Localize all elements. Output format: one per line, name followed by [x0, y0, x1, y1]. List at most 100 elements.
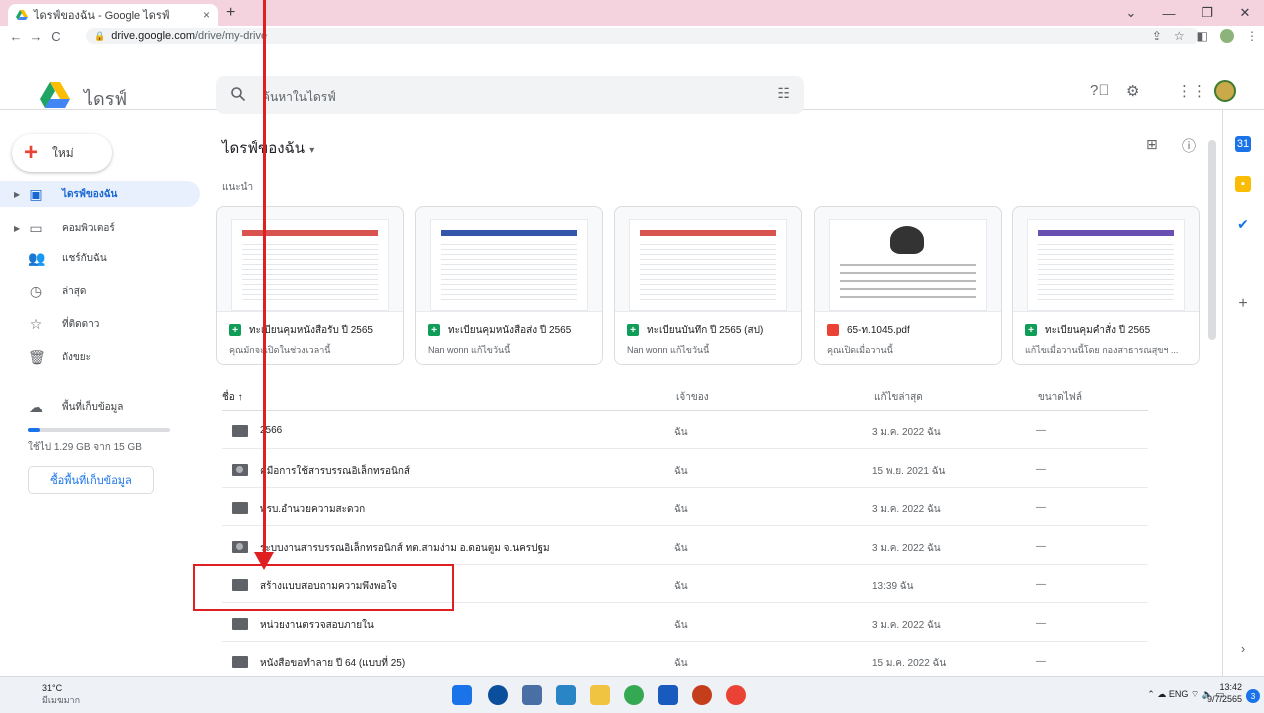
folder-icon — [232, 502, 248, 514]
search-box[interactable]: ค้นหาในไดรฟ์ ☷ — [216, 76, 804, 114]
url-path: /drive/my-drive — [195, 30, 268, 42]
plus-icon: + — [24, 139, 39, 166]
window-controls: ⌄ — ❐ ✕ — [1112, 0, 1264, 26]
add-addon-icon[interactable]: + — [1235, 295, 1251, 312]
help-icon[interactable]: ?⃝ — [1090, 82, 1110, 99]
file-owner: ฉัน — [674, 542, 688, 554]
file-size: — — [1036, 425, 1046, 436]
file-name: คู่มือการใช้สารบรรณอิเล็กทรอนิกส์ — [260, 465, 411, 477]
file-owner: ฉัน — [674, 504, 688, 515]
menu-icon[interactable]: ⋮ — [1246, 29, 1258, 43]
browser-toolbar: ← → C 🔒 drive.google.com/drive/my-drive … — [0, 26, 1264, 46]
sidebar-item-storage[interactable]: ☁ พื้นที่เก็บข้อมูล — [0, 394, 200, 420]
star-icon: ☆ — [29, 315, 43, 332]
calculator-icon[interactable] — [522, 685, 542, 705]
dropdown-caret-icon[interactable]: ▾ — [309, 145, 314, 156]
restore-button[interactable]: ❐ — [1188, 5, 1226, 21]
back-icon[interactable]: ← — [6, 29, 26, 44]
drive-logo-icon[interactable] — [40, 82, 70, 108]
browser-tab[interactable]: ไดรฟ์ของฉัน - Google ไดรฟ์ × — [8, 4, 218, 26]
forward-icon[interactable]: → — [26, 29, 46, 44]
account-avatar[interactable] — [1214, 80, 1236, 102]
suggested-file-card[interactable]: + ทะเบียนคุมคำสั่ง ปี 2565 แก้ไขเมื่อวานนี… — [1012, 206, 1200, 365]
address-bar[interactable]: 🔒 drive.google.com/drive/my-drive — [86, 28, 1200, 44]
chrome-icon[interactable] — [624, 685, 644, 705]
minimize-button[interactable]: — — [1150, 6, 1188, 21]
page-title[interactable]: ไดรฟ์ของฉัน ▾ — [222, 136, 314, 160]
column-size-header[interactable]: ขนาดไฟล์ — [1038, 390, 1082, 405]
file-thumbnail — [829, 219, 987, 311]
weather-widget[interactable]: 31°C มีเมฆมาก — [14, 683, 80, 707]
card-file-name: ทะเบียนบันทึก ปี 2565 (สป) — [647, 325, 764, 336]
close-window-button[interactable]: ✕ — [1226, 5, 1264, 21]
file-row[interactable]: ระบบงานสารบรรณอิเล็กทรอนิกส์ ทต.สามง่าม … — [222, 527, 1148, 565]
word-icon[interactable] — [658, 685, 678, 705]
screen: { "browser": { "tab_title": "ไดรฟ์ของฉัน… — [0, 0, 1264, 713]
expand-arrow-icon[interactable]: ▶ — [14, 190, 20, 199]
search-app-icon[interactable] — [488, 685, 508, 705]
tab-close-icon[interactable]: × — [203, 8, 210, 22]
suggested-file-card[interactable]: + ทะเบียนคุมหนังสือส่ง ปี 2565 Nan wonn แก… — [415, 206, 603, 365]
file-owner: ฉัน — [674, 465, 688, 477]
file-modified: 3 ม.ค. 2022 ฉัน — [872, 427, 941, 438]
suggested-file-card[interactable]: + ทะเบียนคุมหนังสือรับ ปี 2565 คุณมักจะเปิ… — [216, 206, 404, 365]
bookmark-star-icon[interactable]: ☆ — [1174, 29, 1185, 43]
sheets-icon: + — [428, 324, 440, 336]
share-icon[interactable]: ⇪ — [1152, 29, 1162, 43]
keep-icon[interactable]: ▪ — [1235, 176, 1251, 192]
clock-time: 13:42 — [1219, 682, 1242, 692]
column-modified-header[interactable]: แก้ไขล่าสุด — [874, 390, 923, 405]
file-explorer-icon[interactable] — [590, 685, 610, 705]
shared-folder-icon — [232, 463, 248, 476]
file-size: — — [1036, 463, 1046, 475]
start-icon[interactable] — [452, 685, 472, 705]
file-name: หนังสือขอทำลาย ปี 64 (แบบที่ 25) — [260, 658, 406, 669]
file-row[interactable]: พรบ.อำนวยความสะดวก ฉัน 3 ม.ค. 2022 ฉัน — — [222, 488, 1148, 526]
powerpoint-icon[interactable] — [692, 685, 712, 705]
sidebar-item-shared[interactable]: 👥 แชร์กับฉัน — [0, 245, 200, 271]
file-row[interactable]: คู่มือการใช้สารบรรณอิเล็กทรอนิกส์ ฉัน 15 พ… — [222, 450, 1148, 488]
sidebar-item-trash[interactable]: 🗑 ถังขยะ — [0, 344, 200, 370]
card-footer: + ทะเบียนคุมคำสั่ง ปี 2565 แก้ไขเมื่อวานนี… — [1013, 311, 1199, 364]
search-options-icon[interactable]: ☷ — [777, 85, 790, 102]
lock-icon: 🔒 — [94, 30, 106, 41]
drive-favicon-icon — [16, 10, 28, 20]
buy-storage-button[interactable]: ซื้อพื้นที่เก็บข้อมูล — [28, 466, 154, 494]
language-indicator[interactable]: ENG — [1169, 689, 1189, 699]
file-row[interactable]: 2566 ฉัน 3 ม.ค. 2022 ฉัน — — [222, 411, 1148, 449]
suggested-file-card[interactable]: 65-ท.1045.pdf คุณเปิดเมื่อวานนี้ — [814, 206, 1002, 365]
profile-avatar-icon[interactable] — [1220, 29, 1234, 43]
new-button[interactable]: + ใหม่ — [12, 134, 112, 172]
scrollbar[interactable] — [1208, 140, 1216, 340]
file-owner: ฉัน — [674, 658, 688, 669]
clock[interactable]: 13:42 9/7/2565 — [1207, 681, 1242, 705]
apps-grid-icon[interactable]: ⋮⋮ — [1177, 82, 1207, 100]
notification-badge[interactable]: 3 — [1246, 689, 1260, 703]
tab-search-icon[interactable]: ⌄ — [1112, 5, 1150, 21]
chrome-profile-icon[interactable] — [726, 685, 746, 705]
file-row[interactable]: หนังสือขอทำลาย ปี 64 (แบบที่ 25) ฉัน 15 ม.… — [222, 642, 1148, 680]
sidebar-item-my-drive[interactable]: ▶ ▣ ไดรฟ์ของฉัน — [0, 181, 200, 207]
photos-icon[interactable] — [556, 685, 576, 705]
tasks-icon[interactable]: ✔ — [1235, 216, 1251, 232]
card-file-name: ทะเบียนคุมหนังสือรับ ปี 2565 — [249, 325, 373, 336]
reload-icon[interactable]: C — [46, 29, 66, 44]
file-owner: ฉัน — [674, 619, 688, 631]
suggested-file-card[interactable]: + ทะเบียนบันทึก ปี 2565 (สป) Nan wonn แก้ไ… — [614, 206, 802, 365]
storage-used-text: ใช้ไป 1.29 GB จาก 15 GB — [28, 442, 142, 453]
sidebar-item-label: คอมพิวเตอร์ — [62, 222, 115, 234]
new-tab-button[interactable]: + — [226, 4, 235, 22]
info-icon[interactable]: ⓘ — [1182, 136, 1196, 156]
search-icon[interactable] — [230, 86, 246, 102]
sidepanel-icon[interactable]: ◧ — [1197, 29, 1208, 43]
sidebar-item-computers[interactable]: ▶ ▭ คอมพิวเตอร์ — [0, 215, 200, 241]
calendar-icon[interactable]: 31 — [1235, 136, 1251, 152]
computer-icon: ▭ — [29, 219, 43, 236]
sidebar-item-starred[interactable]: ☆ ที่ติดดาว — [0, 311, 200, 337]
expand-arrow-icon[interactable]: ▶ — [14, 224, 20, 233]
column-name-header[interactable]: ชื่อ ↑ — [222, 390, 243, 405]
grid-view-icon[interactable]: ⊞ — [1146, 136, 1158, 153]
settings-gear-icon[interactable]: ⚙ — [1126, 82, 1139, 100]
sidebar-item-recent[interactable]: ◷ ล่าสุด — [0, 278, 200, 304]
collapse-panel-icon[interactable]: › — [1235, 640, 1251, 656]
